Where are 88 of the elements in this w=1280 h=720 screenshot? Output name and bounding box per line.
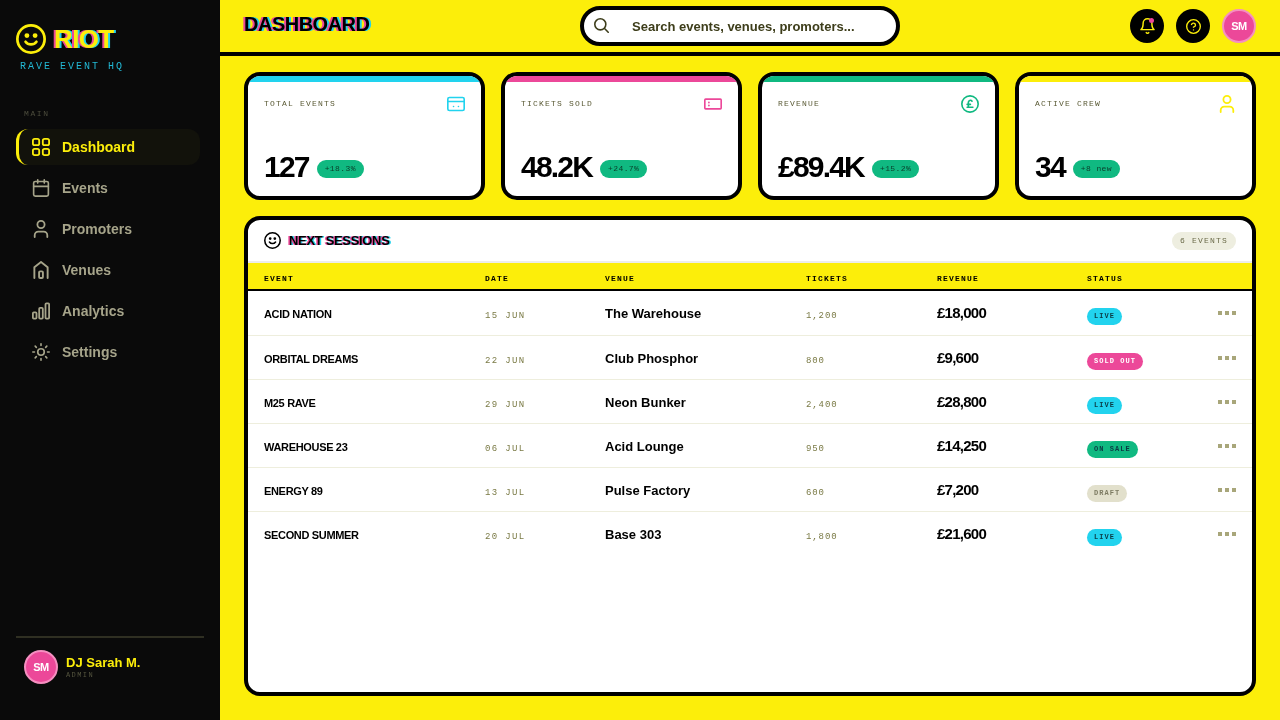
nav-item[interactable]: Promoters <box>16 211 200 247</box>
revenue-amount: £14,250 <box>937 436 986 454</box>
smiley-logo-icon <box>16 24 46 54</box>
ticket-count: 2,400 <box>806 399 838 410</box>
change-badge: +15.2% <box>871 160 920 178</box>
event-date: 22 JUN <box>485 355 526 366</box>
smiley-icon <box>264 232 281 249</box>
person-icon <box>1218 95 1236 113</box>
column-header: STATUS <box>1087 274 1123 283</box>
more-icon <box>1218 487 1236 492</box>
coin-icon <box>961 95 979 113</box>
column-header: EVENT <box>264 274 294 283</box>
event-date: 29 JUN <box>485 399 526 410</box>
nav-item[interactable]: Venues <box>16 252 200 288</box>
more-icon <box>1218 311 1236 315</box>
event-date: 13 JUL <box>485 487 526 498</box>
more-options-button[interactable] <box>1218 308 1236 318</box>
venue-name: The Warehouse <box>605 306 702 321</box>
stat-label: REVENUE <box>778 100 820 108</box>
revenue-amount: £21,600 <box>937 524 986 542</box>
stat-value: 127 <box>264 152 309 182</box>
event-date: 15 JUN <box>485 311 526 321</box>
venue-name: Neon Bunker <box>605 394 686 410</box>
stat-label: TOTAL EVENTS <box>264 100 336 108</box>
more-icon <box>1218 399 1236 404</box>
nav-item[interactable]: Events <box>16 170 200 206</box>
column-header: DATE <box>485 274 509 283</box>
column-header: VENUE <box>605 274 635 283</box>
revenue-amount: £18,000 <box>937 304 986 321</box>
page-title: DASHBOARD <box>244 14 370 34</box>
person-icon <box>32 220 50 238</box>
ticket-count: 800 <box>806 355 825 366</box>
search-field[interactable]: Search events, venues, promoters... <box>580 6 900 46</box>
ticket-count: 1,800 <box>806 531 838 542</box>
bar-chart-icon <box>32 302 50 320</box>
bell-icon <box>1139 18 1155 34</box>
card-icon <box>447 95 465 113</box>
logo-tagline: RAVE EVENT HQ <box>20 62 124 72</box>
more-icon <box>1218 443 1236 448</box>
stat-label: ACTIVE CREW <box>1035 100 1101 108</box>
event-date: 06 JUL <box>485 443 526 454</box>
revenue-amount: £9,600 <box>937 348 979 366</box>
revenue-amount: £7,200 <box>937 480 979 498</box>
stat-value: £89.4K <box>778 152 864 182</box>
stat-label: TICKETS SOLD <box>521 100 593 108</box>
help-icon <box>1185 18 1201 34</box>
nav-item[interactable]: Settings <box>16 334 200 370</box>
section-label: MAIN <box>24 110 50 118</box>
calendar-icon <box>32 179 50 197</box>
notifications-button[interactable] <box>1130 9 1164 43</box>
nav-item[interactable]: Analytics <box>16 293 200 329</box>
sun-icon <box>32 343 50 361</box>
event-name: ENERGY 89 <box>264 484 323 497</box>
venue-name: Pulse Factory <box>605 482 691 498</box>
event-name: SECOND SUMMER <box>264 528 359 541</box>
more-icon <box>1218 531 1236 536</box>
count-badge: 6 EVENTS <box>1172 231 1236 250</box>
logo-text: RIOT <box>54 26 114 52</box>
ticket-count: 600 <box>806 487 825 498</box>
user-avatar: SM <box>24 650 58 684</box>
column-header: REVENUE <box>937 274 979 283</box>
venue-name: Club Phosphor <box>605 350 699 366</box>
change-badge: +24.7% <box>600 160 648 178</box>
venue-name: Acid Lounge <box>605 438 684 454</box>
nav-item[interactable]: Dashboard <box>16 129 200 165</box>
ticket-count: 950 <box>806 443 825 454</box>
profile-avatar-button[interactable]: SM <box>1222 9 1256 43</box>
revenue-amount: £28,800 <box>937 392 986 410</box>
event-name: ACID NATION <box>264 308 332 320</box>
event-name: WAREHOUSE 23 <box>264 440 348 453</box>
event-name: ORBITAL DREAMS <box>264 352 358 365</box>
stat-value: 34 <box>1035 152 1065 182</box>
event-date: 20 JUL <box>485 531 526 542</box>
stat-value: 48.2K <box>521 152 593 182</box>
column-header: TICKETS <box>806 274 848 283</box>
venue-name: Base 303 <box>605 526 662 542</box>
event-name: M25 RAVE <box>264 396 316 409</box>
change-badge: +18.3% <box>316 160 364 178</box>
ticket-count: 1,200 <box>806 311 838 321</box>
section-title: NEXT SESSIONS <box>289 234 390 247</box>
grid-icon <box>32 138 50 156</box>
building-icon <box>32 261 50 279</box>
ticket-icon <box>704 95 722 113</box>
more-icon <box>1218 355 1236 360</box>
search-icon <box>594 18 609 33</box>
user-name: DJ Sarah M. <box>66 655 141 669</box>
change-badge: +8 new <box>1072 160 1120 178</box>
help-button[interactable] <box>1176 9 1210 43</box>
